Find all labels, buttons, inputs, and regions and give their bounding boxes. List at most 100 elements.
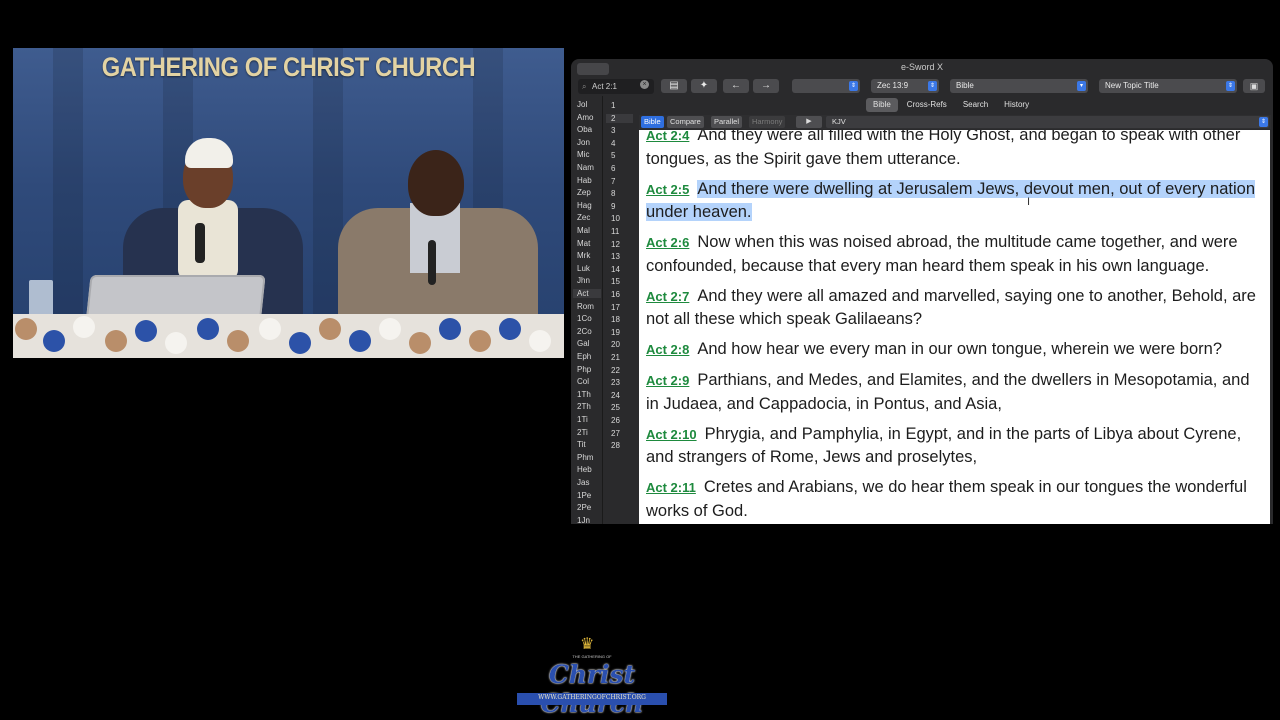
blank-dropdown[interactable]: ⇕ (792, 79, 860, 93)
book-item[interactable]: Heb (577, 465, 592, 474)
book-item[interactable]: Php (577, 365, 591, 374)
book-item[interactable]: Mrk (577, 251, 590, 260)
tab-cross-refs[interactable]: Cross-Refs (900, 98, 954, 112)
book-item[interactable]: Zep (577, 188, 591, 197)
chapter-item[interactable]: 8 (611, 189, 633, 198)
book-item[interactable]: Col (577, 377, 589, 386)
chapter-item[interactable]: 23 (611, 378, 633, 387)
book-item[interactable]: 1Jn (577, 516, 590, 524)
verse-reference-link[interactable]: Act 2:9 (646, 373, 689, 388)
book-item[interactable]: Mal (577, 226, 590, 235)
book-item[interactable]: Tit (577, 440, 586, 449)
reference-dropdown[interactable]: Zec 13:9 ⇕ (871, 79, 939, 93)
chapter-item[interactable]: 22 (611, 366, 633, 375)
window-title: e-Sword X (900, 62, 944, 72)
book-item[interactable]: Amo (577, 113, 593, 122)
book-item[interactable]: Zec (577, 213, 590, 222)
book-item[interactable]: Hag (577, 201, 592, 210)
chapter-item[interactable]: 17 (611, 303, 633, 312)
verse: Act 2:8 And how hear we every man in our … (646, 338, 1262, 362)
verse: Act 2:4 And they were all filled with the… (646, 130, 1262, 170)
book-item[interactable]: Luk (577, 264, 590, 273)
tab-search[interactable]: Search (956, 98, 995, 112)
book-item[interactable]: Nam (577, 163, 594, 172)
book-item[interactable]: Phm (577, 453, 593, 462)
tab-harmony[interactable]: Harmony (749, 116, 786, 128)
version-select[interactable]: KJV ⇕ (826, 116, 1269, 128)
chapter-item[interactable]: 3 (611, 126, 633, 135)
topic-dropdown[interactable]: New Topic Title ⇕ (1099, 79, 1237, 93)
verse-reference-link[interactable]: Act 2:10 (646, 427, 697, 442)
chapter-item[interactable]: 1 (611, 101, 633, 110)
chapter-item[interactable]: 19 (611, 328, 633, 337)
chapter-item[interactable]: 16 (611, 290, 633, 299)
chapter-item[interactable]: 25 (611, 403, 633, 412)
book-item[interactable]: Mat (577, 239, 590, 248)
book-item[interactable]: Jol (577, 100, 587, 109)
module-dropdown[interactable]: Bible ▾ (950, 79, 1088, 93)
book-item[interactable]: 2Co (577, 327, 592, 336)
bible-text-pane[interactable]: Act 2:4 And they were all filled with the… (639, 130, 1270, 524)
verse-reference-link[interactable]: Act 2:11 (646, 480, 696, 495)
updown-chevron-icon: ⇕ (1259, 117, 1268, 127)
book-item[interactable]: Jhn (577, 276, 590, 285)
play-button[interactable]: ▶ (796, 116, 822, 128)
tab-compare[interactable]: Compare (667, 116, 704, 128)
forward-button[interactable]: → (753, 79, 779, 93)
verse-reference-link[interactable]: Act 2:7 (646, 289, 689, 304)
chapter-item[interactable]: 20 (611, 340, 633, 349)
book-item[interactable]: Hab (577, 176, 592, 185)
book-item[interactable]: 2Pe (577, 503, 591, 512)
chapter-item[interactable]: 21 (611, 353, 633, 362)
book-view-button[interactable]: ▤ (661, 79, 687, 93)
verse-reference-link[interactable]: Act 2:6 (646, 235, 689, 250)
book-item[interactable]: Rom (577, 302, 594, 311)
book-item[interactable]: 2Ti (577, 428, 588, 437)
chapter-item[interactable]: 7 (611, 177, 633, 186)
verse-text: Parthians, and Medes, and Elamites, and … (646, 371, 1250, 413)
tab-history[interactable]: History (997, 98, 1036, 112)
book-item[interactable]: 1Co (577, 314, 592, 323)
chapter-item[interactable]: 5 (611, 151, 633, 160)
chapter-item[interactable]: 18 (611, 315, 633, 324)
logo-name: Christ Church (541, 660, 644, 718)
chapter-item[interactable]: 11 (611, 227, 633, 236)
chapter-item[interactable]: 6 (611, 164, 633, 173)
reference-value: Act 2:1 (592, 82, 617, 91)
verse-reference-link[interactable]: Act 2:8 (646, 342, 689, 357)
book-item[interactable]: 1Ti (577, 415, 588, 424)
chapter-item[interactable]: 28 (611, 441, 633, 450)
book-item[interactable]: 2Th (577, 402, 591, 411)
chapter-item[interactable]: 14 (611, 265, 633, 274)
esword-window: e-Sword X ⌕ Act 2:1 × ▤ ✦ ← → ⇕ Zec 13:9… (571, 59, 1273, 524)
book-item[interactable]: Oba (577, 125, 592, 134)
book-item[interactable]: Mic (577, 150, 589, 159)
chapter-item[interactable]: 4 (611, 139, 633, 148)
clear-icon[interactable]: × (640, 80, 649, 89)
chapter-item[interactable]: 2 (606, 113, 633, 123)
chapter-item[interactable]: 27 (611, 429, 633, 438)
book-item[interactable]: 1Pe (577, 491, 591, 500)
book-item[interactable]: Act (573, 289, 601, 298)
chapter-item[interactable]: 24 (611, 391, 633, 400)
chapter-item[interactable]: 15 (611, 277, 633, 286)
tab-bible[interactable]: Bible (866, 98, 898, 112)
book-item[interactable]: Jas (577, 478, 589, 487)
book-item[interactable]: Jon (577, 138, 590, 147)
tab-parallel[interactable]: Parallel (711, 116, 743, 128)
verse-reference-link[interactable]: Act 2:4 (646, 130, 689, 143)
magic-tool-button[interactable]: ✦ (691, 79, 717, 93)
verse-reference-link[interactable]: Act 2:5 (646, 182, 689, 197)
book-item[interactable]: Gal (577, 339, 589, 348)
chapter-item[interactable]: 9 (611, 202, 633, 211)
back-button[interactable]: ← (723, 79, 749, 93)
book-item[interactable]: 1Th (577, 390, 591, 399)
chapter-item[interactable]: 13 (611, 252, 633, 261)
book-item[interactable]: Eph (577, 352, 591, 361)
export-icon[interactable]: ▣ (1243, 79, 1265, 93)
tab-bible-view[interactable]: Bible (641, 116, 664, 128)
segment-tabs: Bible Cross-Refs Search History (866, 98, 1036, 112)
chapter-item[interactable]: 26 (611, 416, 633, 425)
chapter-item[interactable]: 12 (611, 240, 633, 249)
chapter-item[interactable]: 10 (611, 214, 633, 223)
